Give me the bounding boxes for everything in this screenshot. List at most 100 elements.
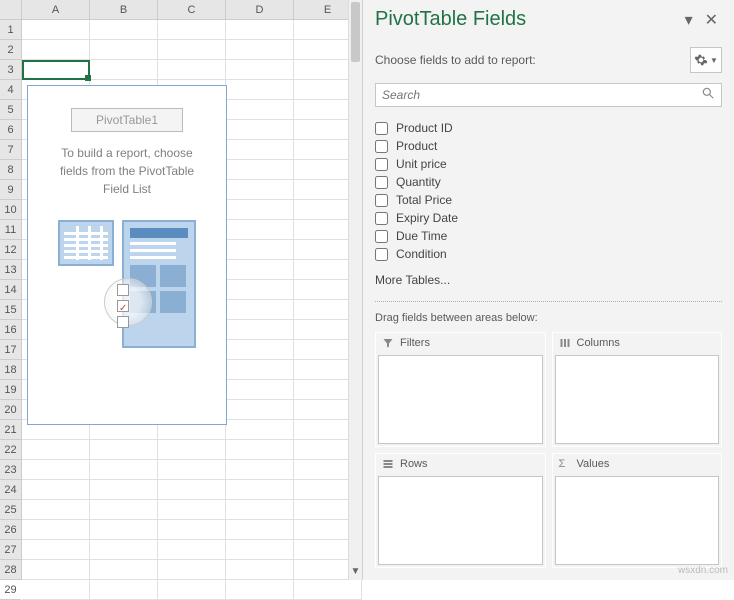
search-box[interactable] bbox=[375, 83, 722, 107]
filters-area[interactable]: Filters bbox=[375, 332, 546, 447]
field-item[interactable]: Total Price bbox=[375, 191, 722, 209]
row-header[interactable]: 21 bbox=[0, 420, 21, 440]
column-header[interactable]: D bbox=[226, 0, 294, 20]
cell[interactable] bbox=[22, 560, 90, 580]
cell[interactable] bbox=[226, 120, 294, 140]
rows-area[interactable]: Rows bbox=[375, 453, 546, 568]
cell[interactable] bbox=[226, 80, 294, 100]
cell[interactable] bbox=[226, 60, 294, 80]
field-item[interactable]: Quantity bbox=[375, 173, 722, 191]
cell[interactable] bbox=[226, 200, 294, 220]
field-checkbox[interactable] bbox=[375, 194, 388, 207]
cell[interactable] bbox=[226, 340, 294, 360]
field-item[interactable]: Condition bbox=[375, 245, 722, 263]
pane-options-dropdown-icon[interactable]: ▾ bbox=[677, 10, 701, 30]
cell[interactable] bbox=[90, 40, 158, 60]
cell[interactable] bbox=[90, 60, 158, 80]
pivot-placeholder[interactable]: PivotTable1 To build a report, choose fi… bbox=[27, 85, 227, 425]
cell[interactable] bbox=[22, 540, 90, 560]
field-item[interactable]: Unit price bbox=[375, 155, 722, 173]
search-icon[interactable] bbox=[701, 86, 715, 105]
column-header[interactable]: C bbox=[158, 0, 226, 20]
row-header[interactable]: 20 bbox=[0, 400, 21, 420]
cell[interactable] bbox=[158, 440, 226, 460]
column-header[interactable]: B bbox=[90, 0, 158, 20]
more-tables-link[interactable]: More Tables... bbox=[375, 273, 722, 287]
cell[interactable] bbox=[226, 360, 294, 380]
cell[interactable] bbox=[226, 380, 294, 400]
field-item[interactable]: Due Time bbox=[375, 227, 722, 245]
row-header[interactable]: 3 bbox=[0, 60, 21, 80]
cell[interactable] bbox=[22, 580, 90, 600]
cell[interactable] bbox=[226, 420, 294, 440]
field-checkbox[interactable] bbox=[375, 248, 388, 261]
field-checkbox[interactable] bbox=[375, 122, 388, 135]
row-header[interactable]: 11 bbox=[0, 220, 21, 240]
cell[interactable] bbox=[226, 300, 294, 320]
row-header[interactable]: 2 bbox=[0, 40, 21, 60]
cell[interactable] bbox=[90, 20, 158, 40]
cell[interactable] bbox=[158, 580, 226, 600]
vertical-scrollbar[interactable]: ▲ ▼ bbox=[348, 0, 362, 580]
cell[interactable] bbox=[22, 440, 90, 460]
cell[interactable] bbox=[158, 460, 226, 480]
row-header[interactable]: 10 bbox=[0, 200, 21, 220]
row-header[interactable]: 22 bbox=[0, 440, 21, 460]
cell[interactable] bbox=[226, 40, 294, 60]
columns-area[interactable]: Columns bbox=[552, 332, 723, 447]
field-checkbox[interactable] bbox=[375, 176, 388, 189]
cell[interactable] bbox=[90, 580, 158, 600]
cell[interactable] bbox=[226, 460, 294, 480]
cell[interactable] bbox=[226, 260, 294, 280]
cell[interactable] bbox=[226, 140, 294, 160]
cell[interactable] bbox=[226, 400, 294, 420]
row-header[interactable]: 17 bbox=[0, 340, 21, 360]
cell[interactable] bbox=[90, 440, 158, 460]
cell[interactable] bbox=[22, 480, 90, 500]
cell[interactable] bbox=[90, 520, 158, 540]
cell[interactable] bbox=[158, 40, 226, 60]
cell[interactable] bbox=[226, 320, 294, 340]
cell[interactable] bbox=[158, 500, 226, 520]
values-drop-box[interactable] bbox=[555, 476, 720, 565]
row-header[interactable]: 12 bbox=[0, 240, 21, 260]
cell[interactable] bbox=[90, 540, 158, 560]
field-checkbox[interactable] bbox=[375, 212, 388, 225]
cell[interactable] bbox=[22, 40, 90, 60]
row-header[interactable]: 8 bbox=[0, 160, 21, 180]
cell[interactable] bbox=[226, 580, 294, 600]
row-header[interactable]: 18 bbox=[0, 360, 21, 380]
column-header[interactable]: A bbox=[22, 0, 90, 20]
field-item[interactable]: Expiry Date bbox=[375, 209, 722, 227]
cell[interactable] bbox=[22, 460, 90, 480]
row-header[interactable]: 14 bbox=[0, 280, 21, 300]
row-header[interactable]: 16 bbox=[0, 320, 21, 340]
close-icon[interactable]: ✕ bbox=[701, 10, 722, 30]
scroll-down-icon[interactable]: ▼ bbox=[349, 566, 362, 580]
row-header[interactable]: 25 bbox=[0, 500, 21, 520]
cells[interactable]: PivotTable1 To build a report, choose fi… bbox=[22, 20, 362, 600]
field-item[interactable]: Product ID bbox=[375, 119, 722, 137]
cell[interactable] bbox=[90, 560, 158, 580]
search-input[interactable] bbox=[382, 88, 701, 102]
field-checkbox[interactable] bbox=[375, 140, 388, 153]
row-header[interactable]: 26 bbox=[0, 520, 21, 540]
cell[interactable] bbox=[22, 500, 90, 520]
cell[interactable] bbox=[226, 440, 294, 460]
cell[interactable] bbox=[226, 480, 294, 500]
row-header[interactable]: 15 bbox=[0, 300, 21, 320]
cell[interactable] bbox=[226, 560, 294, 580]
cell[interactable] bbox=[226, 180, 294, 200]
cell[interactable] bbox=[294, 580, 362, 600]
columns-drop-box[interactable] bbox=[555, 355, 720, 444]
cell[interactable] bbox=[158, 520, 226, 540]
cell[interactable] bbox=[158, 60, 226, 80]
filters-drop-box[interactable] bbox=[378, 355, 543, 444]
row-header[interactable]: 9 bbox=[0, 180, 21, 200]
cell[interactable] bbox=[226, 220, 294, 240]
cell[interactable] bbox=[90, 460, 158, 480]
row-header[interactable]: 28 bbox=[0, 560, 21, 580]
cell[interactable] bbox=[226, 20, 294, 40]
scroll-thumb[interactable] bbox=[351, 2, 360, 62]
row-header[interactable]: 19 bbox=[0, 380, 21, 400]
